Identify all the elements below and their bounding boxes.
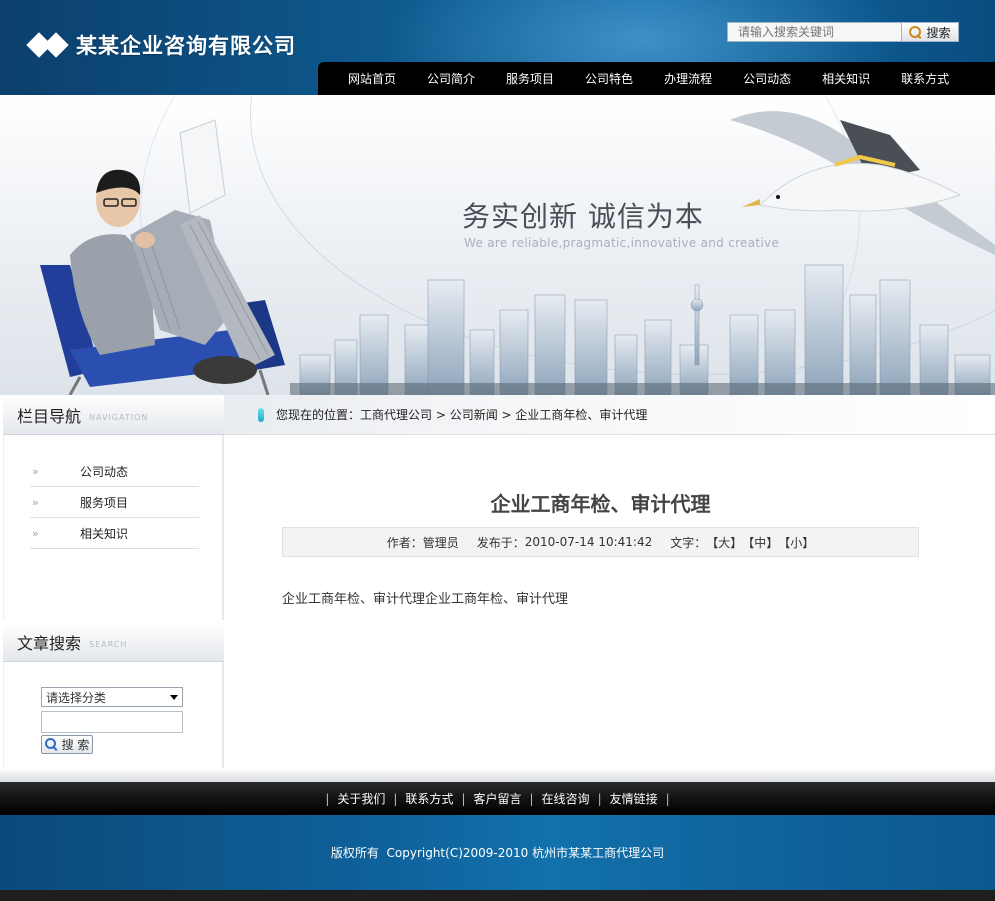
footer-link-consult[interactable]: 在线咨询: [542, 790, 590, 807]
sidebar-item-news[interactable]: » 公司动态: [30, 456, 199, 487]
author-label: 作者：: [386, 535, 423, 550]
nav-item-services[interactable]: 服务项目: [506, 70, 554, 87]
font-size-medium-button[interactable]: 【中】: [742, 534, 778, 551]
breadcrumb-prefix: 您现在的位置：: [276, 408, 361, 422]
nav-panel-title: 栏目导航: [17, 406, 82, 426]
nav-item-about[interactable]: 公司简介: [427, 70, 475, 87]
footer-links: | 关于我们 | 联系方式 | 客户留言 | 在线咨询 | 友情链接 |: [0, 782, 995, 815]
footer-separator: |: [529, 791, 534, 806]
font-size-large-button[interactable]: 【大】: [706, 534, 742, 551]
copyright-text: 版权所有 Copyright(C)2009-2010 杭州市某某工商代理公司: [330, 846, 665, 860]
category-select-value: 请选择分类: [46, 690, 107, 705]
article-keyword-input[interactable]: [41, 711, 183, 733]
site-header: 某某企业咨询有限公司 搜索 网站首页 公司简介 服务项目 公司特色 办理流程 公…: [0, 0, 995, 95]
nav-panel-header: 栏目导航 NAVIGATION: [3, 395, 224, 435]
search-panel-title: 文章搜索: [17, 633, 82, 653]
hero-banner: 务实创新 诚信为本 We are reliable,pragmatic,inno…: [0, 95, 995, 395]
breadcrumb-link[interactable]: 公司新闻: [450, 406, 498, 423]
footer-link-guestbook[interactable]: 客户留言: [473, 790, 521, 807]
double-chevron-icon: »: [32, 495, 39, 509]
sidebar-item-label: 公司动态: [80, 464, 129, 479]
footer-separator: |: [325, 791, 330, 806]
seagull-illustration: [730, 111, 995, 255]
footer-separator: |: [597, 791, 602, 806]
company-name: 某某企业咨询有限公司: [76, 34, 296, 58]
nav-item-contact[interactable]: 联系方式: [901, 70, 949, 87]
nav-item-knowledge[interactable]: 相关知识: [822, 70, 870, 87]
search-panel-subtitle: SEARCH: [89, 640, 128, 649]
breadcrumb: 您现在的位置： 工商代理公司 > 公司新闻 > 企业工商年检、审计代理: [224, 395, 995, 435]
article-body: 企业工商年检、审计代理企业工商年检、审计代理: [282, 592, 569, 607]
banner-slogan-english: We are reliable,pragmatic,innovative and…: [464, 236, 780, 250]
nav-panel-subtitle: NAVIGATION: [89, 413, 149, 422]
footer-separator: |: [665, 791, 670, 806]
site-search: 搜索: [727, 22, 959, 42]
font-size-small-button[interactable]: 【小】: [778, 534, 814, 551]
search-panel-header: 文章搜索 SEARCH: [3, 622, 224, 662]
breadcrumb-link[interactable]: 工商代理公司: [360, 406, 432, 423]
sidebar: 栏目导航 NAVIGATION » 公司动态 » 服务项目 » 相关知识 文章搜…: [3, 395, 224, 788]
article-search-button-label: 搜 索: [61, 738, 90, 752]
footer-link-about[interactable]: 关于我们: [337, 790, 385, 807]
double-chevron-icon: »: [32, 464, 39, 478]
businessman-illustration: [40, 119, 285, 395]
footer-copyright-area: 版权所有 Copyright(C)2009-2010 杭州市某某工商代理公司: [0, 815, 995, 890]
nav-item-news[interactable]: 公司动态: [743, 70, 791, 87]
published-label: 发布于：: [476, 535, 525, 550]
dropdown-caret-icon: [170, 694, 178, 700]
double-chevron-icon: »: [32, 526, 39, 540]
footer-link-contact[interactable]: 联系方式: [405, 790, 453, 807]
nav-item-features[interactable]: 公司特色: [585, 70, 633, 87]
footer-separator: |: [461, 791, 466, 806]
footer-separator: |: [393, 791, 398, 806]
logo-diamond-icon: [26, 30, 70, 60]
sidebar-item-label: 相关知识: [80, 526, 129, 541]
category-select[interactable]: 请选择分类: [41, 687, 183, 707]
article-title: 企业工商年检、审计代理: [490, 492, 711, 516]
font-size-label: 文字：: [670, 535, 707, 550]
footer-bottom-bar: [0, 890, 995, 901]
city-skyline-illustration: [290, 264, 995, 395]
sidebar-item-services[interactable]: » 服务项目: [30, 487, 199, 518]
breadcrumb-separator: >: [432, 407, 450, 422]
banner-slogan: 务实创新 诚信为本: [462, 200, 704, 233]
article-search-button[interactable]: 搜 索: [41, 735, 93, 754]
nav-item-home[interactable]: 网站首页: [348, 70, 396, 87]
site-search-input[interactable]: [727, 22, 902, 42]
author-value: 管理员: [422, 535, 459, 550]
site-search-button[interactable]: 搜索: [902, 22, 959, 42]
article-meta: 作者： 管理员 发布于： 2010-07-14 10:41:42 文字： 【大】…: [282, 527, 919, 557]
logo[interactable]: 某某企业咨询有限公司: [26, 28, 296, 62]
breadcrumb-current[interactable]: 企业工商年检、审计代理: [515, 406, 647, 423]
nav-item-process[interactable]: 办理流程: [664, 70, 712, 87]
breadcrumb-separator: >: [497, 407, 516, 422]
category-nav-panel: » 公司动态 » 服务项目 » 相关知识: [3, 435, 224, 620]
published-value: 2010-07-14 10:41:42: [524, 535, 653, 549]
search-icon: [909, 25, 922, 39]
sidebar-item-knowledge[interactable]: » 相关知识: [30, 518, 199, 549]
location-marker-icon: [258, 407, 264, 422]
footer-link-friends[interactable]: 友情链接: [610, 790, 658, 807]
site-search-button-label: 搜索: [926, 25, 951, 40]
footer-top-strip: [0, 768, 995, 782]
main-nav: 网站首页 公司简介 服务项目 公司特色 办理流程 公司动态 相关知识 联系方式: [318, 62, 995, 95]
search-icon: [44, 738, 58, 751]
category-list: » 公司动态 » 服务项目 » 相关知识: [4, 435, 222, 549]
sidebar-item-label: 服务项目: [80, 495, 129, 510]
